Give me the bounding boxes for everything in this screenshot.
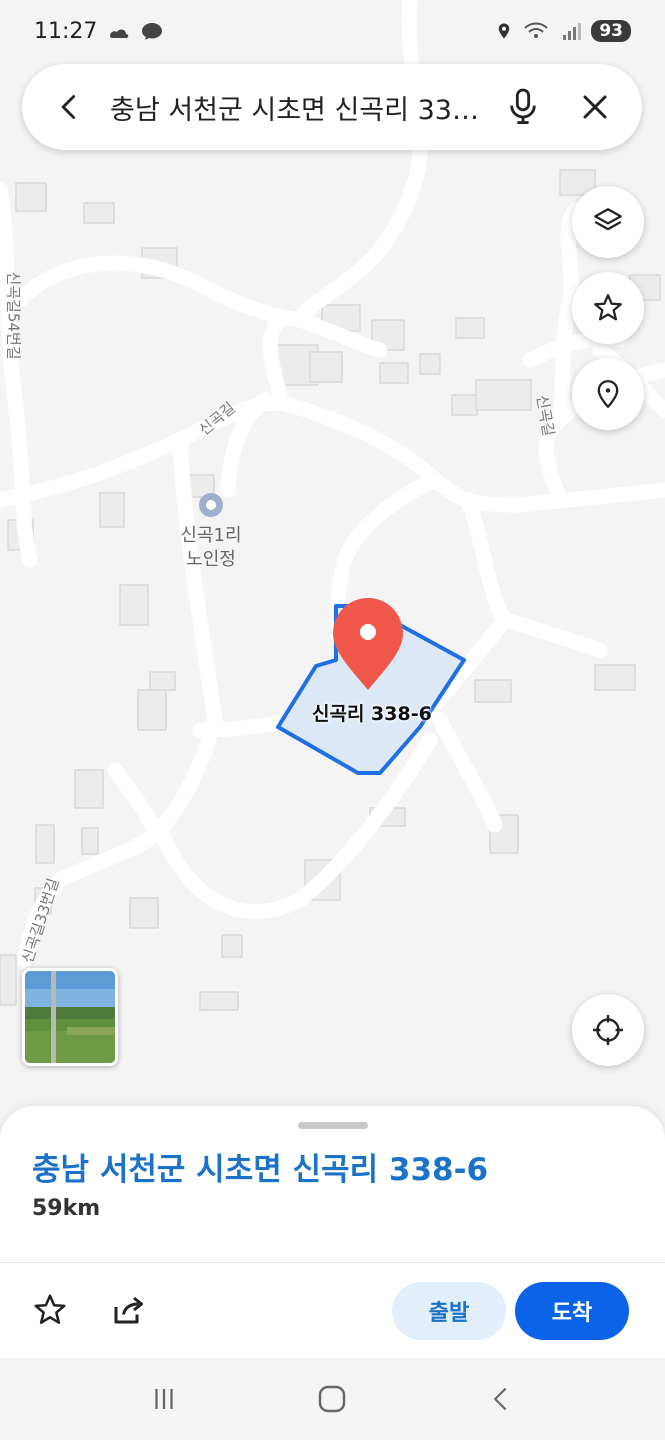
crosshair-icon	[593, 1015, 623, 1045]
street-view-thumbnail[interactable]	[22, 968, 118, 1066]
location-pin-icon	[597, 380, 619, 409]
gps-icon	[499, 23, 510, 39]
signal-icon	[563, 23, 582, 40]
voice-search-button[interactable]	[498, 82, 548, 132]
back-nav-button[interactable]	[471, 1369, 531, 1429]
layers-icon	[594, 208, 622, 231]
status-time: 11:27	[34, 18, 98, 44]
layers-button[interactable]	[572, 186, 644, 258]
divider	[0, 1262, 665, 1263]
recent-apps-icon	[155, 1389, 173, 1409]
poi-senior-center[interactable]: 신곡1리 노인정	[168, 524, 254, 572]
recent-apps-button[interactable]	[134, 1369, 194, 1429]
system-navigation-bar	[0, 1358, 665, 1440]
arrive-button[interactable]: 도착	[515, 1282, 629, 1340]
star-icon	[594, 294, 622, 321]
place-title: 충남 서천군 시초면 신곡리 338-6	[32, 1152, 489, 1188]
parcel-label: 신곡리 338-6	[312, 703, 432, 725]
poi-label-line2: 노인정	[186, 549, 236, 570]
save-place-button[interactable]	[28, 1288, 72, 1332]
road-label-sinkok-54: 신곡길54번길	[4, 271, 23, 360]
close-icon	[583, 95, 607, 119]
map-view[interactable]: 신곡길54번길 신곡길 신곡길 신곡길33번길 신곡1리 노인정 신곡리 338…	[0, 0, 665, 1140]
share-button[interactable]	[106, 1288, 150, 1332]
clear-search-button[interactable]	[570, 82, 620, 132]
back-nav-icon	[493, 1387, 507, 1411]
share-icon	[114, 1296, 143, 1324]
place-info-sheet[interactable]: 충남 서천군 시초면 신곡리 338-6 59km 출발 도착	[0, 1106, 665, 1358]
star-icon	[34, 1294, 66, 1324]
microphone-icon	[510, 88, 536, 124]
back-button[interactable]	[44, 82, 94, 132]
favorite-map-button[interactable]	[572, 272, 644, 344]
poi-label-line1: 신곡1리	[180, 525, 242, 546]
battery-indicator: 93	[591, 20, 631, 42]
search-query-text[interactable]: 충남 서천군 시초면 신곡리 338-6	[94, 88, 498, 127]
wifi-icon	[524, 22, 549, 38]
pin-button[interactable]	[572, 358, 644, 430]
street-view-image	[25, 971, 115, 1063]
search-bar[interactable]: 충남 서천군 시초면 신곡리 338-6	[22, 64, 642, 150]
home-button[interactable]	[302, 1369, 362, 1429]
back-arrow-icon	[61, 95, 76, 119]
place-distance: 59km	[32, 1196, 101, 1221]
messenger-icon	[142, 23, 163, 40]
home-icon	[319, 1385, 346, 1413]
status-bar: 11:27 93	[0, 0, 665, 62]
sheet-drag-handle[interactable]	[298, 1122, 368, 1129]
my-location-button[interactable]	[572, 994, 644, 1066]
depart-button[interactable]: 출발	[392, 1282, 506, 1340]
weather-icon	[110, 29, 129, 38]
